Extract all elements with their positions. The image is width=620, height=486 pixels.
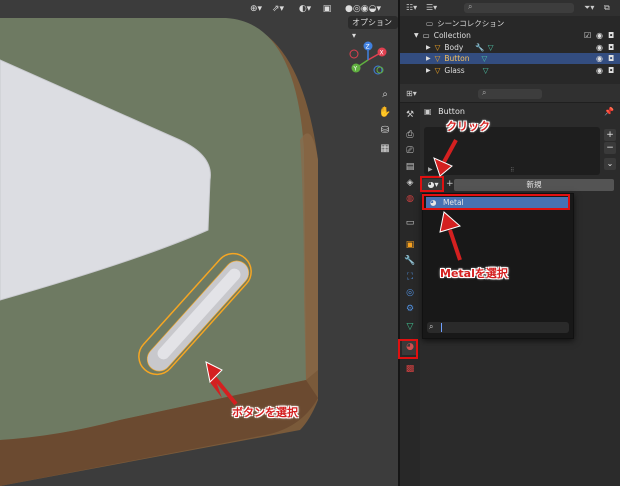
texture-tab-icon[interactable]: ▩ (402, 361, 418, 377)
filter-icon[interactable]: ⏷▾ (584, 3, 594, 13)
options-button[interactable]: オプション ▾ (348, 16, 398, 40)
properties-search-input[interactable]: ⌕ (478, 88, 542, 99)
render-icon[interactable]: ◘ (608, 31, 614, 40)
outliner-item-glass[interactable]: ▶ ▽ Glass ▽ ◉ ◘ (400, 65, 620, 76)
3d-viewport[interactable]: ⊕▾ ⇗▾ ◐▾ ▣ ●◎◉◒▾ オプション ▾ X Z Y ⌕ ✋ ⛁ ▦ ボ… (0, 0, 398, 486)
annotation-click: クリック (446, 120, 490, 133)
navigation-gizmo[interactable]: X Z Y (346, 40, 390, 80)
display-mode-icon[interactable]: ☰▾ (426, 3, 437, 12)
search-icon: ⌕ (482, 88, 487, 97)
mesh-data-icon[interactable]: ▽ (482, 54, 488, 63)
expand-arrow-icon[interactable]: ▶ (426, 44, 431, 51)
dropdown-search-input[interactable]: ⌕ (427, 322, 569, 333)
eye-icon[interactable]: ◉ (596, 31, 603, 40)
outliner-item-collection[interactable]: ▼ ▭ Collection ☑ ◉ ◘ (400, 30, 620, 41)
viewport-scene (0, 18, 318, 486)
scene-collection-label: シーンコレクション (437, 19, 505, 28)
expand-arrow-icon[interactable]: ▼ (414, 32, 419, 39)
eye-icon[interactable]: ◉ (596, 66, 603, 75)
search-icon: ⌕ (468, 2, 473, 11)
editor-type-icon[interactable]: ⊞▾ (406, 89, 417, 98)
outliner: ☷▾ ☰▾ ⌕ ⏷▾ ⧉ ▭ シーンコレクション ▼ ▭ Collection … (400, 0, 620, 84)
outliner-item-button[interactable]: ▶ ▽ Button ▽ ◉ ◘ (400, 53, 620, 64)
eye-icon[interactable]: ◉ (596, 43, 603, 52)
shading-modes[interactable]: ●◎◉◒▾ (338, 2, 388, 16)
mesh-data-icon[interactable]: ▽ (483, 66, 489, 75)
options-label: オプション (352, 18, 392, 27)
gizmo-y-label: Y (353, 66, 358, 73)
mesh-object-icon: ▽ (434, 66, 441, 75)
annotation-arrows (433, 139, 462, 261)
outliner-item-body[interactable]: ▶ ▽ Body 🔧 ▽ ◉ ◘ (400, 42, 620, 53)
grid-icon[interactable]: ▦ (377, 140, 393, 156)
camera-icon[interactable]: ⛁ (377, 122, 393, 138)
expand-arrow-icon[interactable]: ▶ (426, 67, 431, 74)
item-label: Glass (444, 66, 465, 75)
collection-icon: ▭ (422, 31, 430, 40)
render-icon[interactable]: ◘ (608, 66, 614, 75)
mesh-data-icon[interactable]: ▽ (488, 43, 494, 52)
overlay-icon[interactable]: ◐▾ (294, 2, 316, 16)
editor-type-icon[interactable]: ☷▾ (406, 3, 417, 12)
snap-icon[interactable]: ⇗▾ (268, 2, 288, 16)
annotation-select-metal: Metalを選択 (440, 267, 508, 280)
arrow-to-metal-item (439, 211, 462, 233)
outliner-scene-collection[interactable]: ▭ シーンコレクション (400, 18, 620, 29)
annotation-select-button: ボタンを選択 (232, 406, 298, 419)
outliner-header: ☷▾ ☰▾ ⌕ ⏷▾ ⧉ (400, 0, 620, 16)
hand-icon[interactable]: ✋ (377, 104, 393, 120)
scene-collection-icon: ▭ (426, 19, 434, 28)
properties-header: ⊞▾ ⌕ (400, 86, 620, 103)
render-icon[interactable]: ◘ (608, 54, 614, 63)
checkbox-icon[interactable]: ☑ (584, 31, 591, 40)
text-cursor (441, 323, 442, 332)
transform-orientation-icon[interactable]: ⊕▾ (246, 2, 266, 16)
expand-arrow-icon[interactable]: ▶ (426, 55, 431, 62)
search-icon: ⌕ (429, 322, 434, 331)
eye-icon[interactable]: ◉ (596, 54, 603, 63)
item-label: Button (444, 54, 470, 63)
gizmo-z-label: Z (366, 44, 370, 51)
zoom-icon[interactable]: ⌕ (377, 86, 393, 102)
item-label: Collection (433, 31, 471, 40)
mesh-object-icon: ▽ (434, 54, 441, 63)
item-label: Body (444, 43, 464, 52)
data-tab-icon[interactable]: ▽ (402, 319, 418, 335)
xray-icon[interactable]: ▣ (320, 2, 334, 16)
new-collection-icon[interactable]: ⧉ (604, 3, 610, 13)
options-arrow: ▾ (352, 31, 357, 40)
render-icon[interactable]: ◘ (608, 43, 614, 52)
modifier-icon[interactable]: 🔧 (475, 43, 484, 52)
mesh-object-icon: ▽ (434, 43, 441, 52)
outliner-search-input[interactable]: ⌕ (464, 2, 574, 13)
highlight-material-tab (398, 339, 418, 359)
gizmo-x-label: X (380, 50, 384, 57)
